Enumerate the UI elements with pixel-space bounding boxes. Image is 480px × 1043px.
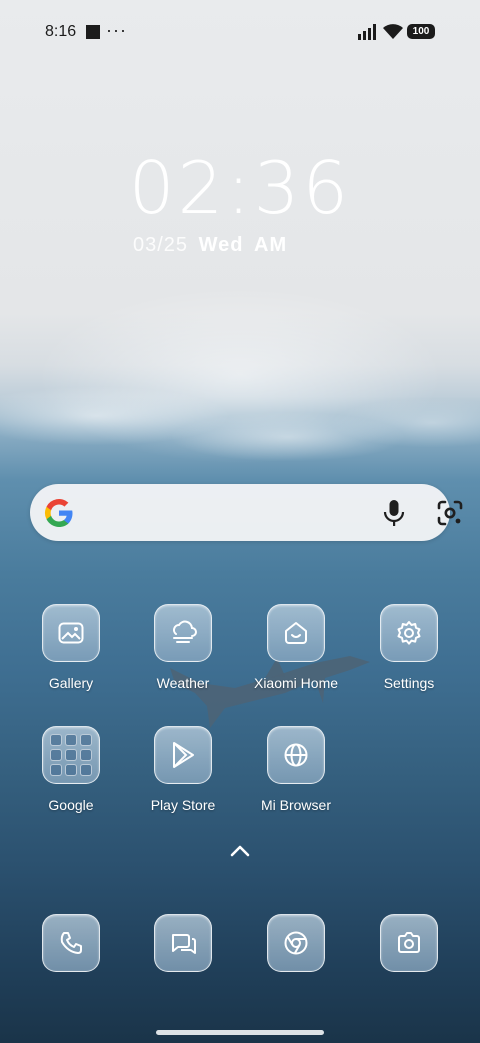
notification-square-icon — [86, 25, 100, 39]
camera-lens-icon[interactable] — [436, 499, 464, 527]
folder-icon[interactable] — [42, 726, 100, 784]
clock-weekday: Wed — [198, 234, 244, 256]
app-weather[interactable]: Weather — [128, 604, 238, 691]
date-line: 03/25 Wed AM — [133, 234, 287, 257]
gallery-icon[interactable] — [42, 604, 100, 662]
folder-google[interactable]: Google — [16, 726, 126, 813]
more-notifications-icon: ··· — [106, 20, 127, 40]
app-settings[interactable]: Settings — [354, 604, 464, 691]
dock-chrome[interactable] — [241, 914, 351, 972]
weather-icon[interactable] — [154, 604, 212, 662]
app-mi-browser[interactable]: Mi Browser — [241, 726, 351, 813]
app-label: Gallery — [48, 675, 94, 691]
google-g-icon[interactable] — [42, 496, 76, 530]
app-label: Weather — [156, 675, 210, 691]
folder-preview — [50, 734, 92, 776]
app-label: Settings — [383, 675, 435, 691]
dock-messages[interactable] — [128, 914, 238, 972]
dock-phone[interactable] — [16, 914, 126, 972]
clock-widget[interactable]: 02:36 — [0, 146, 480, 230]
app-label: Google — [48, 797, 94, 813]
phone-icon[interactable] — [42, 914, 100, 972]
clock-time: 02:36 — [128, 146, 352, 230]
app-label: Xiaomi Home — [253, 675, 339, 691]
microphone-icon[interactable] — [381, 499, 407, 527]
gesture-home-bar[interactable] — [156, 1030, 324, 1035]
status-time: 8:16 — [45, 23, 77, 40]
app-gallery[interactable]: Gallery — [16, 604, 126, 691]
app-drawer-chevron-up-icon[interactable] — [229, 843, 251, 859]
dock-camera[interactable] — [354, 914, 464, 972]
app-xiaomi-home[interactable]: Xiaomi Home — [241, 604, 351, 691]
camera-icon[interactable] — [380, 914, 438, 972]
chrome-icon[interactable] — [267, 914, 325, 972]
app-label: Play Store — [150, 797, 216, 813]
wifi-icon — [383, 24, 403, 39]
app-label: Mi Browser — [260, 797, 331, 813]
battery-icon: 100 — [407, 24, 435, 39]
clock-ampm: AM — [254, 234, 288, 256]
messages-icon[interactable] — [154, 914, 212, 972]
cellular-signal-icon — [358, 24, 376, 40]
play-store-icon[interactable] — [154, 726, 212, 784]
gear-icon[interactable] — [380, 604, 438, 662]
app-play-store[interactable]: Play Store — [128, 726, 238, 813]
globe-icon[interactable] — [267, 726, 325, 784]
xiaomi-home-icon[interactable] — [267, 604, 325, 662]
google-search-bar[interactable] — [30, 484, 463, 541]
wallpaper-wave — [0, 360, 480, 500]
clock-date: 03/25 — [133, 234, 189, 256]
status-bar: 8:16 ··· 100 — [0, 0, 480, 64]
